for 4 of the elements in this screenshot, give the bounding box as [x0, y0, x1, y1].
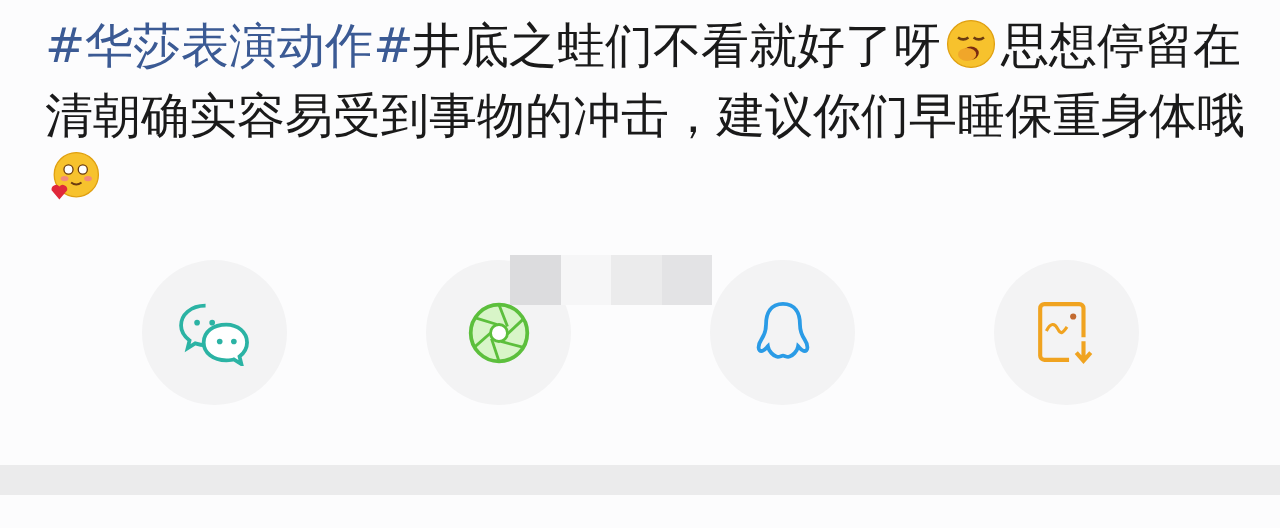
blushing-emoji-icon	[49, 150, 101, 202]
post-text: #华莎表演动作#井底之蛙们不看就好了呀 思想停留在清朝确实容易受到事物的冲击，建议你们早睡保重身体哦	[0, 0, 1245, 202]
hashtag-link[interactable]: #华莎表演动作#	[45, 17, 414, 73]
yawning-emoji-icon	[945, 18, 998, 70]
